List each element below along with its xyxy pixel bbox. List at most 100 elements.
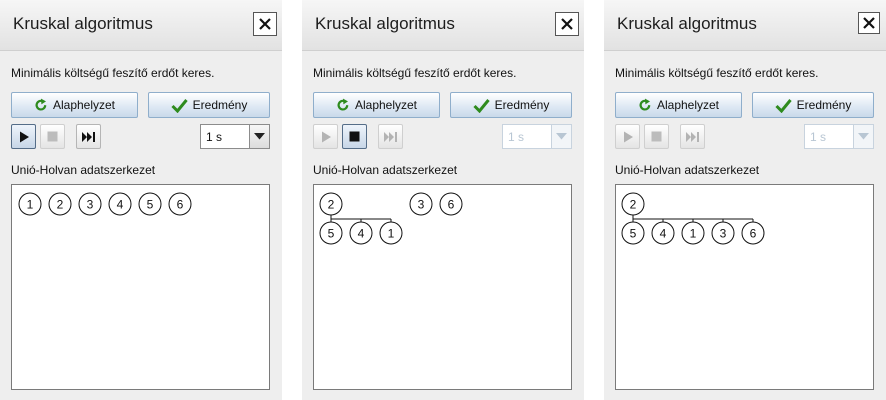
node-1-label: 1 (388, 227, 395, 241)
node-6-label: 6 (750, 227, 757, 241)
reset-button-label: Alaphelyzet (52, 98, 116, 112)
description-text: Minimális költségű feszítő erdőt keres. (615, 66, 819, 80)
node-6-label: 6 (177, 198, 184, 212)
node-3-label: 3 (87, 198, 94, 212)
node-2-label: 2 (57, 198, 64, 212)
play-icon (321, 131, 331, 142)
kruskal-panel-1: Kruskal algoritmus Minimális költségű fe… (0, 0, 282, 400)
kruskal-panel-2: Kruskal algoritmus Minimális költségű fe… (302, 0, 584, 400)
node-1-label: 1 (690, 227, 697, 241)
node-1: 1 (379, 221, 403, 245)
speed-select-arrow[interactable] (249, 125, 269, 148)
node-2: 2 (621, 192, 645, 216)
node-4-label: 4 (117, 198, 124, 212)
play-button[interactable] (313, 124, 338, 149)
close-x-icon (863, 17, 875, 29)
title-bar: Kruskal algoritmus (604, 0, 886, 51)
node-2-label: 2 (328, 198, 335, 212)
fast-forward-icon (685, 131, 699, 142)
reset-button[interactable]: Alaphelyzet (313, 92, 440, 118)
close-button[interactable] (858, 12, 880, 34)
union-find-canvas: 1 2 3 4 5 6 (11, 184, 270, 390)
node-4: 4 (349, 221, 373, 245)
close-button[interactable] (555, 12, 579, 36)
refresh-icon (35, 98, 47, 111)
window-title: Kruskal algoritmus (315, 14, 455, 33)
play-icon (19, 131, 29, 142)
speed-select[interactable]: 1 s (200, 124, 270, 149)
stop-button[interactable] (342, 124, 367, 149)
node-3-label: 3 (720, 227, 727, 241)
reset-button-label: Alaphelyzet (656, 98, 720, 112)
window-title: Kruskal algoritmus (617, 14, 757, 33)
stop-icon (47, 131, 58, 142)
reset-button[interactable]: Alaphelyzet (615, 92, 742, 118)
fast-forward-icon (383, 131, 397, 142)
window-title: Kruskal algoritmus (13, 14, 153, 33)
stop-button[interactable] (40, 124, 65, 149)
speed-select-arrow[interactable] (551, 125, 571, 148)
union-find-canvas: 2 5 4 1 3 6 (313, 184, 572, 390)
section-label: Unió-Holvan adatszerkezet (615, 163, 760, 177)
node-5: 5 (138, 192, 162, 216)
fast-forward-icon (81, 131, 95, 142)
speed-select-value: 1 s (810, 130, 827, 144)
close-button[interactable] (253, 12, 277, 36)
stop-icon (349, 131, 360, 142)
node-6: 6 (741, 221, 765, 245)
result-button[interactable]: Eredmény (450, 92, 572, 118)
step-button[interactable] (680, 124, 705, 149)
play-button[interactable] (11, 124, 36, 149)
chevron-down-icon (254, 133, 265, 140)
checkmark-icon (775, 98, 792, 113)
section-label: Unió-Holvan adatszerkezet (11, 163, 156, 177)
kruskal-panel-3: Kruskal algoritmus Minimális költségű fe… (604, 0, 886, 400)
node-2-label: 2 (630, 198, 637, 212)
node-5: 5 (319, 221, 343, 245)
play-button[interactable] (615, 124, 640, 149)
node-2: 2 (48, 192, 72, 216)
node-3: 3 (78, 192, 102, 216)
step-button[interactable] (76, 124, 101, 149)
close-x-icon (259, 18, 271, 30)
node-3: 3 (711, 221, 735, 245)
result-button[interactable]: Eredmény (148, 92, 270, 118)
result-button-label: Eredmény (796, 98, 852, 112)
speed-select[interactable]: 1 s (502, 124, 572, 149)
speed-select-arrow[interactable] (853, 125, 873, 148)
stop-icon (651, 131, 662, 142)
play-icon (623, 131, 633, 142)
chevron-down-icon (858, 133, 869, 140)
node-4: 4 (108, 192, 132, 216)
union-find-canvas: 2 5 4 1 3 6 (615, 184, 874, 390)
node-4-label: 4 (358, 227, 365, 241)
node-6-label: 6 (448, 198, 455, 212)
checkmark-icon (473, 98, 490, 113)
node-1: 1 (681, 221, 705, 245)
speed-select[interactable]: 1 s (804, 124, 874, 149)
stop-button[interactable] (644, 124, 669, 149)
node-5-label: 5 (328, 227, 335, 241)
node-5-label: 5 (630, 227, 637, 241)
node-4-label: 4 (660, 227, 667, 241)
result-button-label: Eredmény (494, 98, 550, 112)
reset-button[interactable]: Alaphelyzet (11, 92, 138, 118)
node-4: 4 (651, 221, 675, 245)
node-3-label: 3 (418, 198, 425, 212)
checkmark-icon (171, 98, 188, 113)
result-button[interactable]: Eredmény (752, 92, 874, 118)
step-button[interactable] (378, 124, 403, 149)
title-bar: Kruskal algoritmus (0, 0, 282, 51)
title-bar: Kruskal algoritmus (302, 0, 584, 51)
description-text: Minimális költségű feszítő erdőt keres. (313, 66, 517, 80)
node-1-label: 1 (27, 198, 34, 212)
speed-select-value: 1 s (206, 130, 223, 144)
node-2: 2 (319, 192, 343, 216)
node-6: 6 (439, 192, 463, 216)
refresh-icon (639, 98, 651, 111)
node-5-label: 5 (147, 198, 154, 212)
close-x-icon (561, 18, 573, 30)
node-5: 5 (621, 221, 645, 245)
reset-button-label: Alaphelyzet (354, 98, 418, 112)
refresh-icon (337, 98, 349, 111)
